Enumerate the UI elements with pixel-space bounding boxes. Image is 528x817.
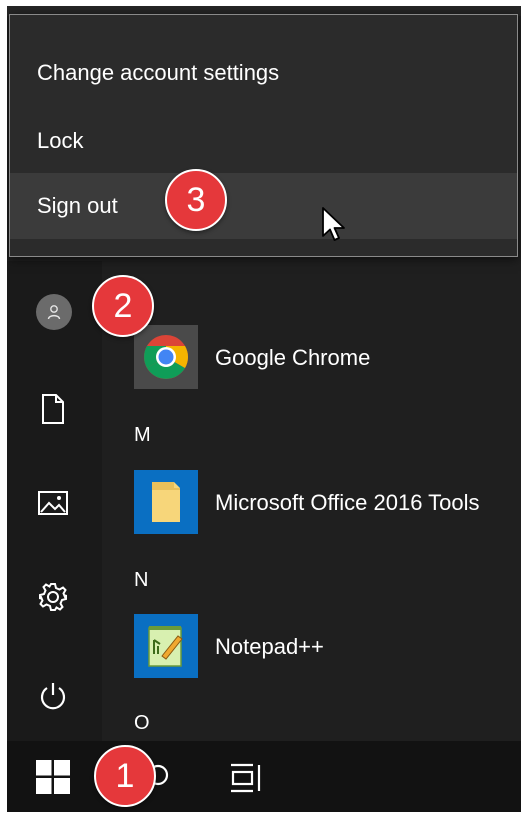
group-letter-o[interactable]: O	[134, 712, 150, 735]
account-flyout: Change account settings Lock Sign out	[9, 14, 518, 257]
app-microsoft-office-2016-tools[interactable]: Microsoft Office 2016 Tools	[134, 470, 514, 536]
documents-icon[interactable]	[33, 389, 73, 429]
lock-item[interactable]: Lock	[10, 109, 517, 173]
chrome-icon	[134, 325, 198, 389]
group-letter-m[interactable]: M	[134, 424, 151, 447]
windows-start-icon[interactable]	[36, 760, 70, 794]
mouse-cursor-icon	[321, 206, 347, 249]
change-account-settings-item[interactable]: Change account settings	[10, 41, 517, 105]
step-badge-3: 3	[165, 169, 227, 231]
task-view-icon[interactable]	[228, 761, 264, 795]
step-badge-1: 1	[94, 745, 156, 807]
group-letter-n[interactable]: N	[134, 569, 148, 592]
user-avatar-icon[interactable]	[36, 294, 72, 330]
app-google-chrome[interactable]: Google Chrome	[134, 325, 514, 391]
sign-out-item[interactable]: Sign out	[10, 173, 517, 239]
taskbar	[7, 741, 521, 812]
pictures-icon[interactable]	[33, 483, 73, 523]
notepad-plus-plus-icon	[134, 614, 198, 678]
folder-icon	[134, 470, 198, 534]
settings-icon[interactable]	[33, 577, 73, 617]
app-notepad-plus-plus[interactable]: Notepad++	[134, 614, 514, 680]
start-menu: Google Chrome M Microsoft Office 2016 To…	[7, 6, 521, 812]
app-label: Notepad++	[215, 634, 324, 659]
app-label: Microsoft Office 2016 Tools	[215, 490, 480, 515]
power-icon[interactable]	[33, 676, 73, 716]
app-label: Google Chrome	[215, 345, 371, 370]
step-badge-2: 2	[92, 275, 154, 337]
